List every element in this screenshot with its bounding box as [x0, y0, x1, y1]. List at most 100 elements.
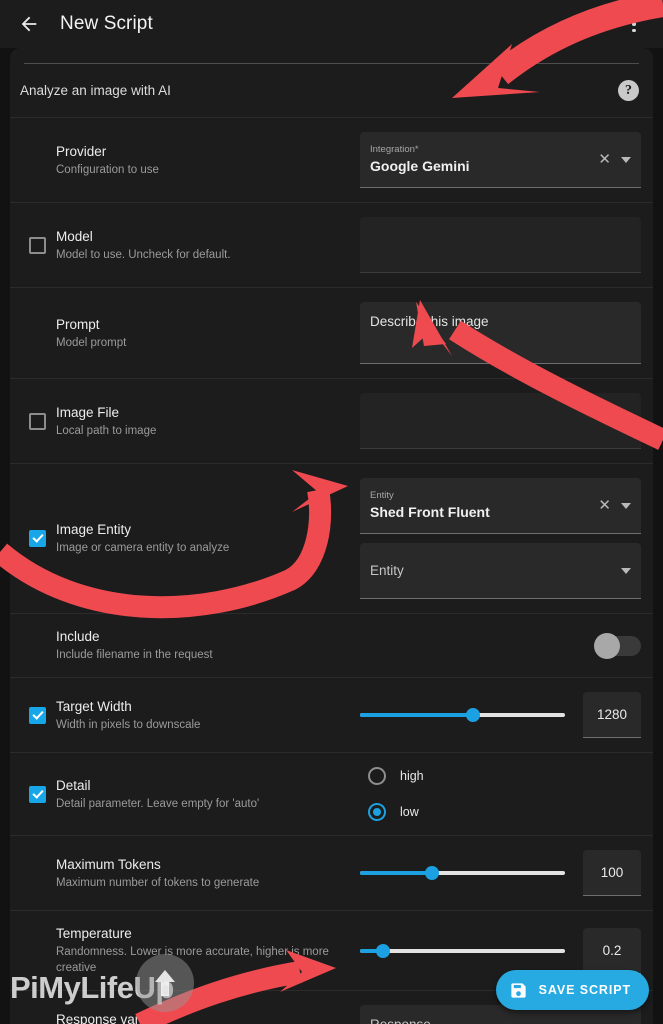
provider-integration-field[interactable]: Integration* Google Gemini ✕: [360, 132, 641, 188]
row-image-entity-left: Image Entity Image or camera entity to a…: [24, 521, 360, 556]
row-detail-desc: Detail parameter. Leave empty for 'auto': [56, 797, 260, 810]
target-width-slider[interactable]: [360, 704, 565, 726]
maximum-tokens-slider[interactable]: [360, 862, 565, 884]
row-temperature-right: 0.2: [360, 927, 641, 974]
row-provider-right: Integration* Google Gemini ✕: [360, 132, 641, 188]
row-detail-right: high low: [360, 767, 641, 821]
radio-icon-selected[interactable]: [368, 803, 386, 821]
target-width-value[interactable]: 1280: [583, 692, 641, 738]
slider-track: [360, 948, 565, 953]
provider-field-label: Integration*: [370, 143, 419, 155]
row-include-filename-desc: Include filename in the request: [56, 649, 213, 661]
row-maximum-tokens-left: Maximum Tokens Maximum number of tokens …: [24, 856, 360, 891]
row-model-right: [360, 217, 641, 273]
row-detail-title: Detail: [56, 777, 91, 793]
prompt-field[interactable]: Describe this image: [360, 302, 641, 364]
row-detail-text: Detail Detail parameter. Leave empty for…: [56, 777, 259, 812]
image-entity-checkbox[interactable]: [29, 530, 46, 547]
image-entity-field[interactable]: Entity Shed Front Fluent ✕: [360, 478, 641, 534]
row-image-file: Image File Local path to image: [10, 378, 653, 463]
save-script-button[interactable]: SAVE SCRIPT: [495, 970, 649, 1010]
save-script-label: SAVE SCRIPT: [538, 983, 631, 997]
provider-field-value: Google Gemini: [370, 157, 470, 174]
chevron-down-icon[interactable]: [621, 156, 631, 163]
back-button[interactable]: [12, 7, 46, 41]
image-entity-second-field[interactable]: Entity: [360, 543, 641, 599]
row-prompt: Prompt Model prompt Describe this image: [10, 287, 653, 378]
action-name-field[interactable]: LLM Vision: Image Analyzer ▾: [24, 48, 639, 64]
row-image-file-title: Image File: [56, 404, 120, 420]
model-checkbox[interactable]: [29, 236, 46, 254]
row-temperature-text: Temperature Randomness. Lower is more ac…: [56, 925, 360, 976]
temperature-slider[interactable]: [360, 940, 565, 962]
image-file-checkbox[interactable]: [29, 412, 46, 430]
row-target-width-right: 1280: [360, 692, 641, 738]
overflow-menu-button[interactable]: [617, 7, 651, 41]
clear-icon[interactable]: ✕: [598, 152, 611, 167]
detail-radio-group: high low: [360, 767, 641, 821]
temperature-value[interactable]: 0.2: [583, 927, 641, 974]
clear-icon[interactable]: ✕: [598, 498, 611, 513]
slider-knob[interactable]: [465, 708, 480, 722]
detail-option-low[interactable]: low: [368, 803, 641, 821]
row-maximum-tokens-desc: Maximum number of tokens to generate: [56, 876, 260, 889]
image-entity-field-inner: Entity Shed Front Fluent: [370, 490, 598, 522]
row-target-width-left: Target Width Width in pixels to downscal…: [24, 698, 360, 733]
row-prompt-left: Prompt Model prompt: [24, 316, 360, 351]
slider-fill: [360, 713, 473, 717]
row-target-width: Target Width Width in pixels to downscal…: [10, 677, 653, 752]
more-vertical-icon-dot: [632, 22, 636, 26]
provider-field-inner: Integration* Google Gemini: [370, 144, 598, 176]
row-provider-desc: Configuration to use: [56, 163, 159, 176]
image-entity-second-inner: Entity: [370, 563, 621, 578]
row-include-filename: Include Include filename in the request: [10, 613, 653, 677]
row-model-title: Model: [56, 228, 93, 244]
row-image-file-desc: Local path to image: [56, 424, 157, 437]
row-image-entity-right: Entity Shed Front Fluent ✕ Entity: [360, 478, 641, 599]
row-prompt-title: Prompt: [56, 316, 100, 332]
more-vertical-icon-dot: [632, 28, 636, 33]
row-response-variable-left: Response variable This action returns a …: [24, 1011, 360, 1024]
row-prompt-right: Describe this image: [360, 302, 641, 364]
row-image-file-right: [360, 393, 641, 449]
chevron-down-icon[interactable]: [621, 567, 631, 574]
detail-option-high[interactable]: high: [368, 767, 641, 785]
row-response-variable-title: Response variable: [56, 1011, 168, 1024]
detail-option-high-label: high: [400, 769, 424, 783]
maximum-tokens-value[interactable]: 100: [583, 850, 641, 896]
response-variable-placeholder: Response: [370, 1017, 431, 1024]
action-card: LLM Vision: Image Analyzer ▾ Analyze an …: [10, 48, 653, 1024]
row-response-variable-text: Response variable This action returns a …: [56, 1011, 360, 1024]
slider-knob[interactable]: [424, 866, 439, 880]
radio-icon[interactable]: [368, 767, 386, 785]
detail-checkbox[interactable]: [29, 785, 46, 803]
row-temperature-left: Temperature Randomness. Lower is more ac…: [24, 925, 360, 976]
target-width-checkbox[interactable]: [29, 706, 46, 724]
row-model-left: Model Model to use. Uncheck for default.: [24, 228, 360, 263]
row-detail-left: Detail Detail parameter. Leave empty for…: [24, 777, 360, 812]
row-model: Model Model to use. Uncheck for default.: [10, 202, 653, 287]
include-filename-toggle[interactable]: [594, 632, 641, 659]
target-width-slider-wrap: 1280: [360, 692, 641, 738]
action-name-field-clipped[interactable]: LLM Vision: Image Analyzer ▾: [10, 48, 653, 64]
prompt-field-value: Describe this image: [370, 314, 489, 329]
row-provider: Provider Configuration to use Integratio…: [10, 117, 653, 202]
row-prompt-desc: Model prompt: [56, 336, 127, 349]
page-title: New Script: [60, 13, 153, 34]
row-provider-title: Provider: [56, 143, 107, 159]
help-icon[interactable]: ?: [618, 80, 639, 101]
maximum-tokens-slider-wrap: 100: [360, 850, 641, 896]
row-maximum-tokens-right: 100: [360, 850, 641, 896]
row-maximum-tokens-text: Maximum Tokens Maximum number of tokens …: [56, 856, 259, 891]
chevron-down-icon[interactable]: [621, 502, 631, 509]
row-include-filename-title: Include: [56, 629, 100, 644]
row-image-file-left: Image File Local path to image: [24, 404, 360, 439]
slider-knob[interactable]: [375, 943, 390, 958]
save-floppy-icon: [511, 982, 526, 998]
app-bar: New Script: [0, 0, 663, 48]
script-editor-scroll-area[interactable]: LLM Vision: Image Analyzer ▾ Analyze an …: [0, 48, 663, 1024]
row-provider-text: Provider Configuration to use: [56, 143, 159, 178]
row-image-entity-title: Image Entity: [56, 522, 132, 537]
image-entity-field-icons: ✕: [598, 498, 631, 513]
row-maximum-tokens: Maximum Tokens Maximum number of tokens …: [10, 835, 653, 910]
